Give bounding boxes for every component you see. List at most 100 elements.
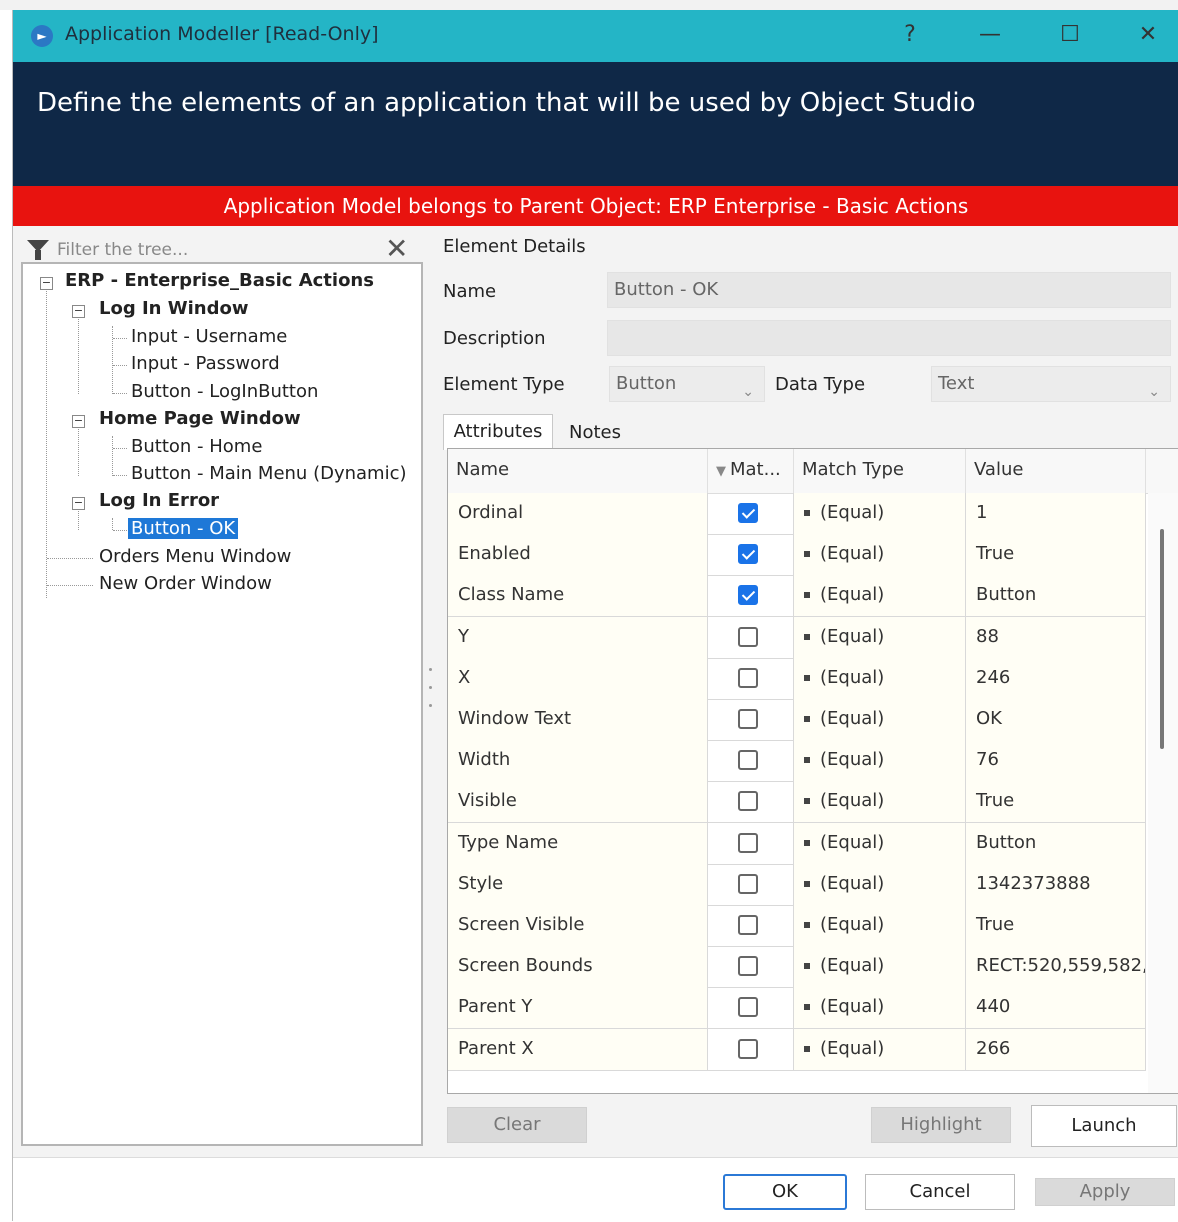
tree-orders-menu[interactable]: Orders Menu Window	[99, 546, 291, 567]
table-row[interactable]: Window Text (Equal) OK	[448, 699, 1146, 741]
match-type-cell[interactable]: (Equal)	[794, 575, 966, 617]
value-cell[interactable]: 88	[966, 616, 1146, 658]
match-checkbox[interactable]	[738, 626, 758, 647]
tree-new-order[interactable]: New Order Window	[99, 573, 272, 594]
value-cell[interactable]: 266	[966, 1028, 1146, 1070]
value-cell[interactable]: True	[966, 534, 1146, 576]
table-row[interactable]: Ordinal (Equal) 1	[448, 493, 1146, 535]
grid-scrollbar[interactable]	[1148, 493, 1178, 1093]
tree-button-main-menu[interactable]: Button - Main Menu (Dynamic)	[131, 463, 407, 484]
value-cell[interactable]: OK	[966, 699, 1146, 740]
tab-notes[interactable]: Notes	[555, 418, 635, 450]
header-match[interactable]: ▼ Mat...	[708, 449, 794, 493]
value-cell[interactable]: Button	[966, 822, 1146, 864]
table-row[interactable]: Parent X (Equal) 266	[448, 1028, 1146, 1071]
value-cell[interactable]: 76	[966, 740, 1146, 782]
launch-button[interactable]: Launch	[1031, 1105, 1177, 1147]
value-cell[interactable]: Button	[966, 575, 1146, 617]
match-type-cell[interactable]: (Equal)	[794, 987, 966, 1029]
collapse-root-icon[interactable]: −	[40, 277, 53, 290]
match-type-cell[interactable]: (Equal)	[794, 699, 966, 740]
table-row[interactable]: Screen Bounds (Equal) RECT:520,559,582,...	[448, 946, 1146, 989]
match-checkbox[interactable]	[738, 503, 758, 523]
table-row[interactable]: Y (Equal) 88	[448, 616, 1146, 659]
header-value[interactable]: Value	[966, 449, 1146, 493]
element-type-select[interactable]: Button ⌄	[609, 366, 765, 402]
tree-button-login[interactable]: Button - LogInButton	[131, 381, 318, 402]
match-checkbox[interactable]	[738, 956, 758, 977]
splitter-handle[interactable]	[429, 668, 432, 671]
table-row[interactable]: Visible (Equal) True	[448, 781, 1146, 824]
tree-input-password[interactable]: Input - Password	[131, 353, 280, 374]
table-row[interactable]: Screen Visible (Equal) True	[448, 905, 1146, 947]
element-tree[interactable]: − ERP - Enterprise_Basic Actions − Log I…	[21, 262, 423, 1146]
match-checkbox[interactable]	[738, 1038, 758, 1059]
match-checkbox[interactable]	[738, 709, 758, 729]
close-button[interactable]: ✕	[1113, 10, 1178, 62]
match-type-cell[interactable]: (Equal)	[794, 905, 966, 946]
match-checkbox[interactable]	[738, 915, 758, 935]
match-type-cell[interactable]: (Equal)	[794, 616, 966, 658]
match-type-cell[interactable]: (Equal)	[794, 1028, 966, 1070]
data-type-select[interactable]: Text ⌄	[931, 366, 1171, 402]
match-checkbox[interactable]	[738, 832, 758, 853]
header-name[interactable]: Name	[448, 449, 708, 493]
match-type-cell[interactable]: (Equal)	[794, 740, 966, 782]
match-type-cell[interactable]: (Equal)	[794, 822, 966, 864]
splitter-handle[interactable]	[429, 704, 432, 707]
match-type-cell[interactable]: (Equal)	[794, 657, 966, 699]
tree-button-home[interactable]: Button - Home	[131, 436, 262, 457]
name-field[interactable]: Button - OK	[607, 272, 1171, 308]
table-row[interactable]: Class Name (Equal) Button	[448, 575, 1146, 618]
scrollbar-thumb[interactable]	[1160, 529, 1164, 749]
clear-button[interactable]: Clear	[447, 1107, 587, 1143]
match-checkbox[interactable]	[738, 873, 758, 894]
table-row[interactable]: Width (Equal) 76	[448, 740, 1146, 783]
collapse-login-error-icon[interactable]: −	[72, 497, 85, 510]
table-row[interactable]: Parent Y (Equal) 440	[448, 987, 1146, 1030]
collapse-home-window-icon[interactable]: −	[72, 415, 85, 428]
match-checkbox[interactable]	[738, 791, 758, 812]
help-button[interactable]: ?	[875, 10, 945, 62]
match-checkbox[interactable]	[738, 544, 758, 565]
highlight-button[interactable]: Highlight	[871, 1107, 1011, 1143]
table-row[interactable]: Style (Equal) 1342373888	[448, 863, 1146, 906]
apply-button[interactable]: Apply	[1035, 1178, 1175, 1206]
collapse-login-window-icon[interactable]: −	[72, 305, 85, 318]
ok-button[interactable]: OK	[723, 1174, 847, 1210]
minimize-button[interactable]: —	[955, 10, 1025, 62]
match-type-cell[interactable]: (Equal)	[794, 781, 966, 823]
maximize-button[interactable]: ☐	[1035, 10, 1105, 62]
match-type-cell[interactable]: (Equal)	[794, 493, 966, 534]
match-type-cell[interactable]: (Equal)	[794, 946, 966, 988]
match-type-cell[interactable]: (Equal)	[794, 863, 966, 905]
value-cell[interactable]: RECT:520,559,582,...	[966, 946, 1146, 988]
match-checkbox[interactable]	[738, 585, 758, 606]
table-row[interactable]: Type Name (Equal) Button	[448, 822, 1146, 865]
attributes-grid[interactable]: Name ▼ Mat... Match Type Value Ordinal (Eq…	[447, 448, 1178, 1094]
clear-filter-icon[interactable]: ✕	[385, 232, 408, 265]
header-match-type[interactable]: Match Type	[794, 449, 966, 493]
match-checkbox[interactable]	[738, 997, 758, 1018]
match-type-cell[interactable]: (Equal)	[794, 534, 966, 576]
match-checkbox[interactable]	[738, 667, 758, 688]
value-cell[interactable]: 440	[966, 987, 1146, 1029]
filter-input[interactable]: Filter the tree...	[57, 240, 188, 260]
tree-login-error[interactable]: Log In Error	[99, 490, 219, 511]
tree-root[interactable]: ERP - Enterprise_Basic Actions	[65, 270, 374, 291]
tree-input-username[interactable]: Input - Username	[131, 326, 287, 347]
tab-attributes[interactable]: Attributes	[443, 414, 553, 450]
description-field[interactable]	[607, 320, 1171, 356]
match-checkbox[interactable]	[738, 750, 758, 771]
tree-button-ok-selected[interactable]: Button - OK	[128, 518, 239, 539]
table-row[interactable]: Enabled (Equal) True	[448, 534, 1146, 577]
value-cell[interactable]: 246	[966, 657, 1146, 699]
splitter-handle[interactable]	[429, 686, 432, 689]
tree-home-window[interactable]: Home Page Window	[99, 408, 301, 429]
value-cell[interactable]: True	[966, 781, 1146, 823]
table-row[interactable]: X (Equal) 246	[448, 657, 1146, 700]
value-cell[interactable]: True	[966, 905, 1146, 946]
cancel-button[interactable]: Cancel	[865, 1174, 1015, 1210]
tree-login-window[interactable]: Log In Window	[99, 298, 248, 319]
value-cell[interactable]: 1342373888	[966, 863, 1146, 905]
